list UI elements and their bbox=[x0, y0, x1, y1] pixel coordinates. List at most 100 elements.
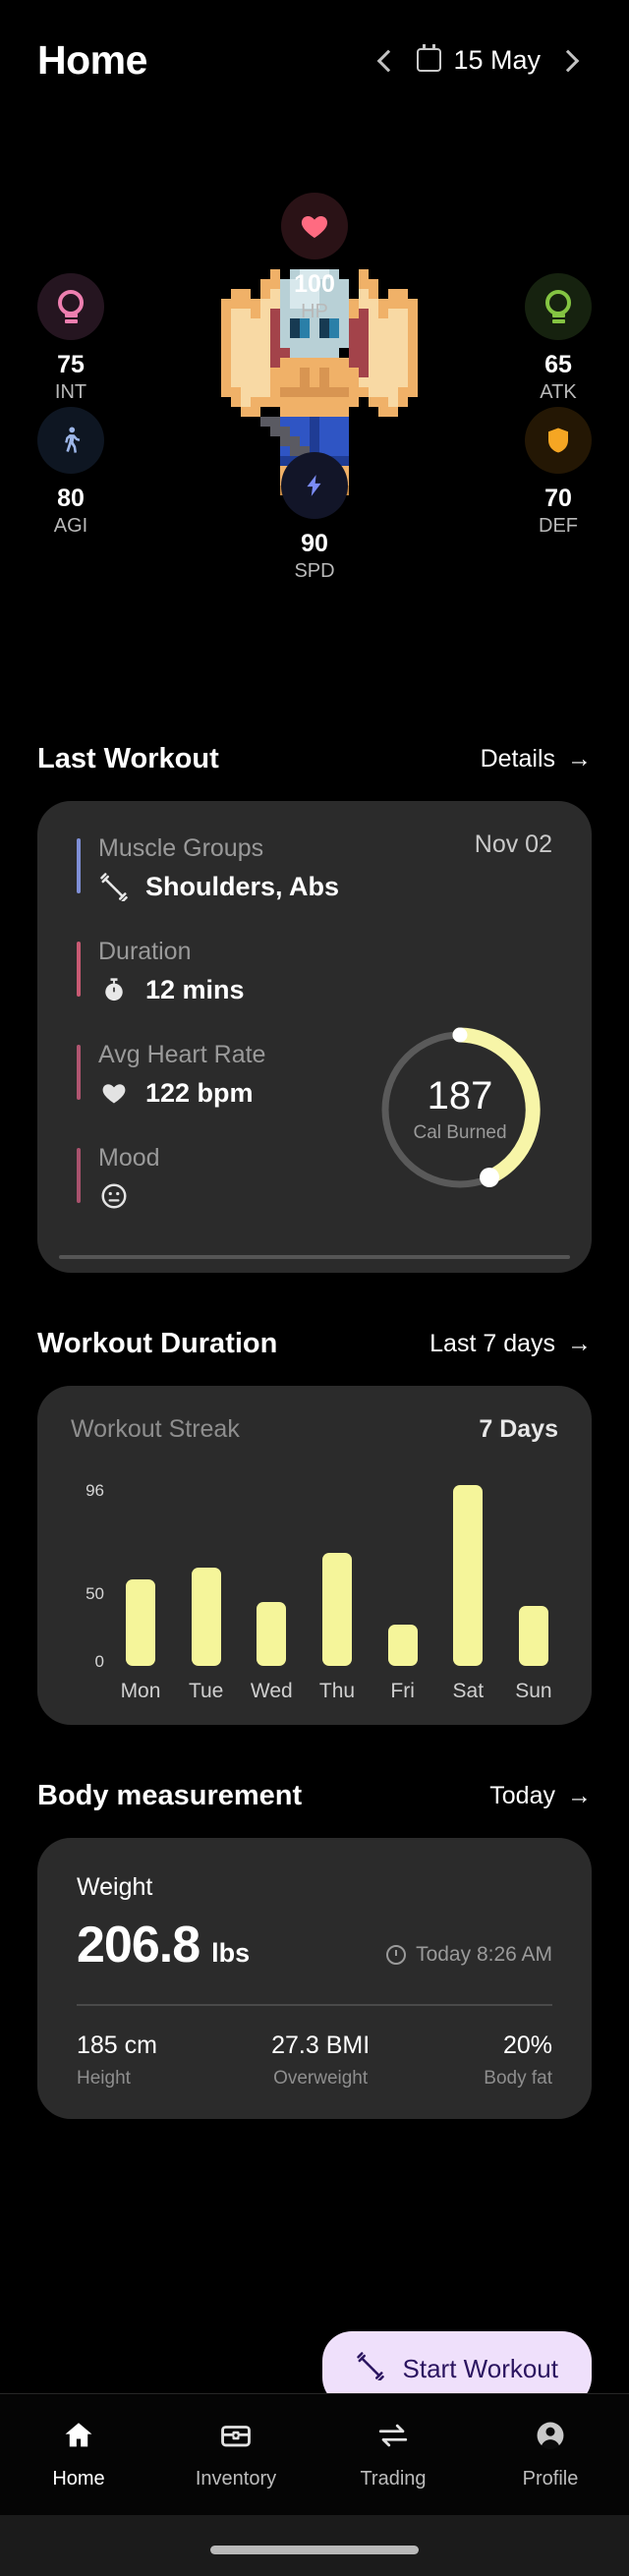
workout-streak-label: Workout Streak bbox=[71, 1415, 240, 1443]
avatar-stats-area: 100 HP 75 INT 65 ATK 80 AGI 70 DEF 90 SP… bbox=[0, 94, 629, 743]
card-scroll-indicator[interactable] bbox=[59, 1255, 570, 1259]
stat-spd-label: SPD bbox=[294, 560, 335, 583]
arrow-right-icon: → bbox=[567, 1782, 592, 1809]
metric-muscle-groups-label: Muscle Groups bbox=[98, 834, 264, 862]
bulb-icon bbox=[56, 290, 86, 323]
metric-muscle-groups: Muscle Groups Shoulders, Abs bbox=[37, 834, 592, 902]
range-label: Last 7 days bbox=[429, 1330, 555, 1357]
exchange-icon bbox=[376, 2419, 410, 2457]
workout-duration-card: Workout Streak 7 Days 96 50 0 Mon Tue Wed T… bbox=[37, 1386, 592, 1725]
person-icon bbox=[534, 2419, 567, 2457]
stat-atk[interactable]: 65 ATK bbox=[499, 273, 617, 404]
workout-duration-title: Workout Duration bbox=[37, 1328, 278, 1359]
weight-label: Weight bbox=[77, 1873, 153, 1901]
bar-label: Fri bbox=[390, 1680, 415, 1702]
stat-hp-bubble bbox=[281, 193, 348, 259]
stat-def-label: DEF bbox=[539, 515, 578, 538]
body-measurement-today-link[interactable]: Today → bbox=[489, 1782, 592, 1810]
nav-item-home[interactable]: Home bbox=[0, 2419, 157, 2490]
stat-agi-label: AGI bbox=[53, 515, 88, 538]
divider bbox=[77, 2004, 552, 2006]
current-date-label: 15 May bbox=[453, 44, 541, 75]
nav-item-inventory[interactable]: Inventory bbox=[157, 2419, 314, 2490]
last-workout-section-header: Last Workout Details → bbox=[0, 743, 629, 775]
chart-bars-container: Mon Tue Wed Thu Fri Sat Sun bbox=[118, 1485, 556, 1703]
chest-icon bbox=[219, 2419, 253, 2457]
metric-duration: Duration 12 mins bbox=[37, 938, 592, 1005]
bmi-value: 27.3 BMI bbox=[271, 2032, 371, 2059]
last-workout-title: Last Workout bbox=[37, 743, 219, 774]
nav-item-profile[interactable]: Profile bbox=[472, 2419, 629, 2490]
dumbbell-icon bbox=[98, 871, 130, 902]
bar-label: Thu bbox=[318, 1680, 356, 1702]
chart-bar-fri[interactable]: Fri bbox=[380, 1624, 426, 1703]
height-value: 185 cm bbox=[77, 2032, 157, 2059]
nav-item-trading[interactable]: Trading bbox=[314, 2419, 472, 2490]
bulb-icon bbox=[543, 290, 573, 323]
weight-value: 206.8 bbox=[77, 1917, 200, 1974]
metric-duration-value: 12 mins bbox=[145, 974, 245, 1004]
bar-label: Tue bbox=[188, 1680, 224, 1702]
bar-rect bbox=[453, 1485, 484, 1666]
walk-icon bbox=[65, 427, 81, 453]
last-workout-details-link[interactable]: Details → bbox=[481, 745, 592, 773]
stat-int-label: INT bbox=[54, 381, 87, 404]
page-title: Home bbox=[37, 36, 147, 83]
body-measurement-title: Body measurement bbox=[37, 1780, 303, 1811]
chart-bar-mon[interactable]: Mon bbox=[118, 1578, 163, 1703]
weight-timestamp: Today 8:26 AM bbox=[386, 1943, 552, 1975]
calories-value: 187 bbox=[427, 1073, 493, 1117]
metric-avg-heart-rate-value: 122 bpm bbox=[145, 1077, 254, 1108]
bar-label: Wed bbox=[250, 1680, 293, 1702]
metric-accent-bar bbox=[77, 1148, 81, 1203]
app-screen: Home 15 May 100 HP 75 INT 65 ATK 80 AGI … bbox=[0, 0, 629, 2576]
height-label: Height bbox=[77, 2068, 131, 2089]
bolt-icon bbox=[307, 475, 321, 496]
stat-spd[interactable]: 90 SPD bbox=[256, 452, 373, 583]
bottom-navigation: Home Inventory Trading Profile bbox=[0, 2393, 629, 2515]
arrow-right-icon: → bbox=[567, 745, 592, 773]
heart-icon bbox=[98, 1077, 130, 1109]
stat-int-bubble bbox=[37, 273, 104, 340]
date-selector[interactable]: 15 May bbox=[417, 44, 541, 76]
stopwatch-icon bbox=[98, 974, 130, 1005]
calories-burned-ring: 187 Cal Burned bbox=[373, 1023, 546, 1196]
metric-accent-bar bbox=[77, 838, 81, 893]
body-fat-value: 20% bbox=[502, 2032, 552, 2059]
stat-atk-label: ATK bbox=[540, 381, 577, 404]
chart-y-axis: 96 50 0 bbox=[67, 1481, 106, 1703]
chart-bar-sun[interactable]: Sun bbox=[511, 1605, 556, 1703]
last-workout-card: Nov 02 Muscle Groups Shoulders, Abs Dura… bbox=[37, 801, 592, 1273]
chart-bar-tue[interactable]: Tue bbox=[184, 1568, 229, 1703]
bar-label: Sun bbox=[515, 1680, 552, 1702]
chart-bar-sat[interactable]: Sat bbox=[445, 1485, 490, 1703]
nav-label-trading: Trading bbox=[360, 2468, 427, 2490]
shield-icon bbox=[548, 428, 568, 453]
calendar-icon bbox=[417, 44, 442, 72]
body-stat-body-fat: 20% Body fat bbox=[484, 2032, 552, 2089]
metric-duration-label: Duration bbox=[98, 938, 192, 965]
weight-timestamp-label: Today 8:26 AM bbox=[416, 1943, 552, 1966]
heart-icon bbox=[301, 216, 328, 238]
stat-spd-value: 90 bbox=[301, 530, 328, 557]
stat-def-bubble bbox=[525, 407, 592, 474]
bar-rect bbox=[518, 1605, 548, 1666]
workout-duration-section-header: Workout Duration Last 7 days → bbox=[0, 1328, 629, 1360]
home-indicator[interactable] bbox=[210, 2546, 419, 2554]
details-label: Details bbox=[480, 745, 555, 773]
stat-agi[interactable]: 80 AGI bbox=[12, 407, 130, 538]
stat-int[interactable]: 75 INT bbox=[12, 273, 130, 404]
y-tick-max: 96 bbox=[86, 1481, 104, 1500]
chevron-right-icon[interactable] bbox=[558, 47, 584, 73]
chevron-left-icon[interactable] bbox=[373, 47, 399, 73]
stat-spd-bubble bbox=[281, 452, 348, 519]
bar-rect bbox=[257, 1601, 287, 1666]
stat-hp[interactable]: 100 HP bbox=[256, 193, 373, 323]
neutral-face-icon bbox=[98, 1180, 130, 1212]
workout-duration-range-link[interactable]: Last 7 days → bbox=[429, 1330, 592, 1358]
stat-def[interactable]: 70 DEF bbox=[499, 407, 617, 538]
nav-label-inventory: Inventory bbox=[195, 2468, 277, 2490]
chart-bar-thu[interactable]: Thu bbox=[314, 1553, 360, 1703]
chart-bar-wed[interactable]: Wed bbox=[249, 1601, 294, 1703]
nav-label-profile: Profile bbox=[522, 2468, 579, 2490]
